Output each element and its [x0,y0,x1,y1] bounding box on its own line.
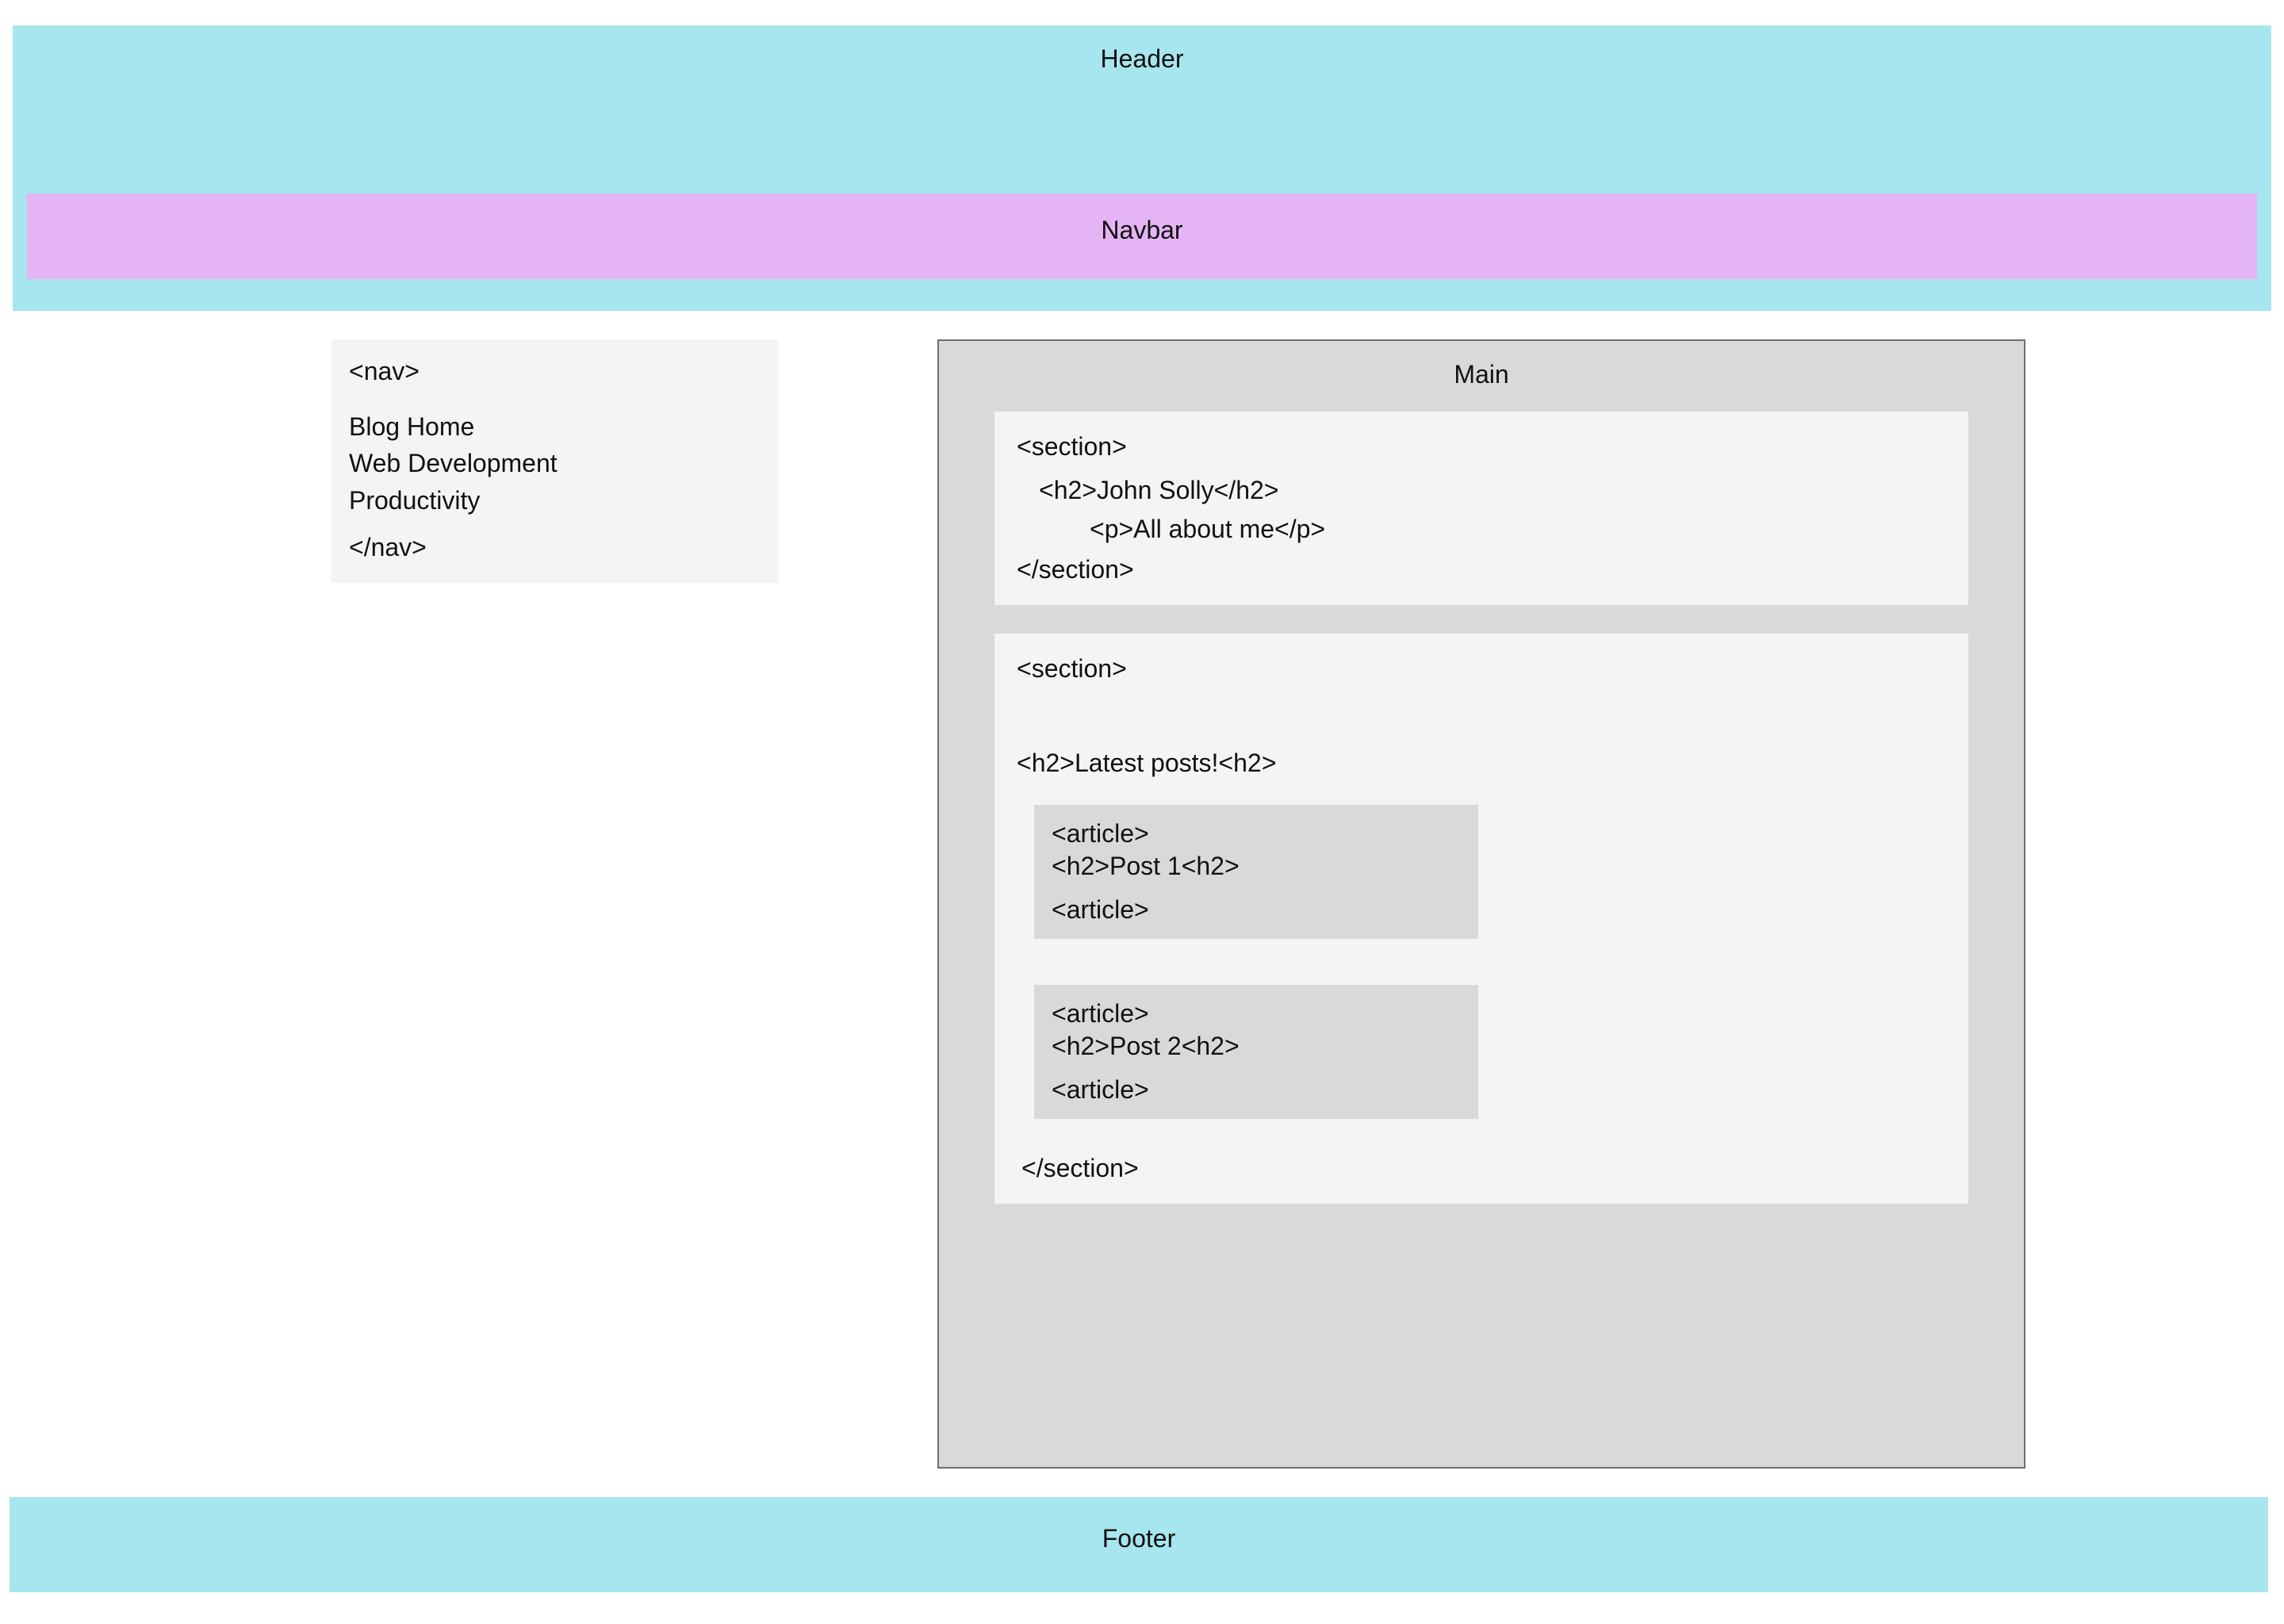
nav-pane: <nav> Blog Home Web Development Producti… [331,339,779,583]
article-card-1: <article> <h2>Post 1<h2> <article> [1034,805,1478,939]
about-section: <section> <h2>John Solly</h2> <p>All abo… [994,412,1968,605]
article-2-close: <article> [1052,1075,1461,1105]
latest-section: <section> <h2>Latest posts!<h2> <article… [994,634,1968,1204]
article-2-open: <article> [1052,999,1461,1028]
article-1-open: <article> [1052,819,1461,848]
article-card-2: <article> <h2>Post 2<h2> <article> [1034,985,1478,1119]
navbar-label: Navbar [1101,216,1182,244]
footer-label: Footer [1102,1524,1175,1553]
about-open-tag: <section> [1017,432,1946,462]
about-h2: <h2>John Solly</h2> [1039,476,1946,505]
nav-link-home[interactable]: Blog Home [349,408,761,445]
page: Header Navbar <nav> Blog Home Web Develo… [0,0,2284,1624]
header-bar: Header Navbar [13,25,2271,311]
about-p: <p>All about me</p> [1090,515,1946,544]
navbar-strip: Navbar [27,193,2257,279]
article-1-h2: <h2>Post 1<h2> [1052,852,1461,881]
footer-bar: Footer [10,1497,2268,1592]
nav-close-tag: </nav> [349,533,761,562]
about-close-tag: </section> [1017,555,1946,584]
latest-open-tag: <section> [1017,654,1946,684]
latest-close-tag: </section> [1021,1154,1946,1183]
latest-h2: <h2>Latest posts!<h2> [1017,749,1946,778]
main-panel: Main <section> <h2>John Solly</h2> <p>Al… [937,339,2025,1469]
nav-link-webdev[interactable]: Web Development [349,445,761,481]
middle-area: <nav> Blog Home Web Development Producti… [0,331,2284,1489]
header-label: Header [1101,44,1184,74]
article-2-h2: <h2>Post 2<h2> [1052,1032,1461,1061]
nav-link-productivity[interactable]: Productivity [349,482,761,519]
article-1-close: <article> [1052,895,1461,925]
nav-links: Blog Home Web Development Productivity [349,408,761,519]
main-label: Main [994,360,1968,389]
nav-open-tag: <nav> [349,357,761,386]
